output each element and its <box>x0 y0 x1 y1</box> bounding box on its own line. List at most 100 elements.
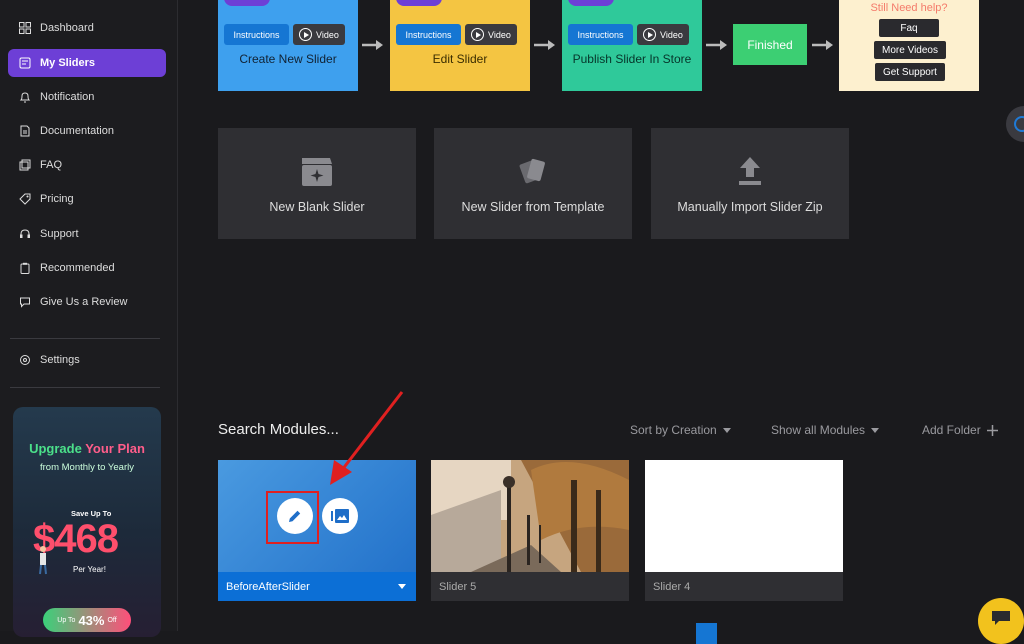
sidebar-item-label: My Sliders <box>40 57 96 69</box>
sidebar-item-notification[interactable]: Notification <box>8 83 166 111</box>
caret-down-icon <box>722 427 731 433</box>
card-label: New Slider from Template <box>461 199 605 214</box>
play-icon <box>643 28 656 41</box>
pagination-current[interactable] <box>696 623 717 644</box>
video-button[interactable]: Video <box>465 24 517 45</box>
sidebar-item-my-sliders[interactable]: My Sliders <box>8 49 166 77</box>
thumbnail-image <box>645 460 843 572</box>
module-name-bar[interactable]: Slider 4 <box>645 572 843 601</box>
pricing-icon <box>18 192 32 206</box>
module-name: Slider 5 <box>439 580 477 593</box>
video-button[interactable]: Video <box>637 24 689 45</box>
module-card[interactable]: Slider 4 <box>645 460 843 601</box>
finished-box: Finished <box>733 24 807 65</box>
gear-icon <box>18 353 32 367</box>
step-label: Publish Slider In Store <box>572 52 692 66</box>
bell-icon <box>18 90 32 104</box>
step-badge <box>224 0 270 6</box>
module-name-bar[interactable]: BeforeAfterSlider <box>218 572 416 601</box>
video-label: Video <box>316 29 339 40</box>
new-blank-slider-card[interactable]: New Blank Slider <box>218 128 416 239</box>
video-label: Video <box>488 29 511 40</box>
sort-dropdown[interactable]: Sort by Creation <box>630 423 731 437</box>
card-label: New Blank Slider <box>269 199 365 214</box>
filter-label: Show all Modules <box>771 423 866 437</box>
sort-label: Sort by Creation <box>630 423 717 437</box>
step-badge <box>396 0 442 6</box>
clapperboard-icon <box>302 157 332 186</box>
faq-icon <box>18 158 32 172</box>
circle-icon <box>1014 116 1024 132</box>
sliders-icon <box>18 56 32 70</box>
instructions-button[interactable]: Instructions <box>568 24 633 45</box>
chat-widget-button[interactable] <box>978 598 1024 644</box>
sidebar-item-dashboard[interactable]: Dashboard <box>8 14 166 42</box>
caret-down-icon <box>398 584 406 589</box>
sidebar-item-support[interactable]: Support <box>8 220 166 248</box>
video-label: Video <box>660 29 683 40</box>
plus-icon <box>986 424 998 436</box>
dashboard-icon <box>18 21 32 35</box>
card-label: Manually Import Slider Zip <box>677 199 823 214</box>
sidebar-item-faq[interactable]: FAQ <box>8 151 166 179</box>
step-label: Edit Slider <box>432 52 488 66</box>
clipboard-icon <box>18 261 32 275</box>
sidebar-item-label: Dashboard <box>40 22 94 34</box>
step-edit-slider: Instructions Video Edit Slider <box>390 0 530 91</box>
sidebar-item-label: Pricing <box>40 193 74 205</box>
promo-per-year: Per Year! <box>73 565 106 574</box>
preview-button[interactable] <box>322 498 358 534</box>
sidebar-item-review[interactable]: Give Us a Review <box>8 288 166 316</box>
sidebar-item-label: Support <box>40 228 79 240</box>
help-box: Still Need help? Faq More Videos Get Sup… <box>839 0 979 91</box>
divider <box>10 387 160 388</box>
badge-suffix: Off <box>107 616 117 624</box>
add-folder-label: Add Folder <box>922 423 981 437</box>
sidebar: Dashboard My Sliders Notification Docume… <box>0 0 178 637</box>
support-icon <box>18 227 32 241</box>
gallery-icon <box>331 509 349 523</box>
divider <box>10 338 160 339</box>
step-label: Create New Slider <box>239 52 337 66</box>
sidebar-item-label: Documentation <box>40 125 114 137</box>
side-toggle[interactable] <box>1006 106 1024 142</box>
sidebar-item-pricing[interactable]: Pricing <box>8 185 166 213</box>
step-publish-slider: Instructions Video Publish Slider In Sto… <box>562 0 702 91</box>
sidebar-item-documentation[interactable]: Documentation <box>8 117 166 145</box>
arrow-right-icon <box>534 40 555 50</box>
sidebar-item-label: Give Us a Review <box>40 296 128 308</box>
play-icon <box>299 28 312 41</box>
sidebar-item-recommended[interactable]: Recommended <box>8 254 166 282</box>
upload-icon <box>739 156 761 185</box>
add-folder-button[interactable]: Add Folder <box>922 423 998 437</box>
more-videos-button[interactable]: More Videos <box>874 41 946 59</box>
help-title: Still Need help? <box>870 2 948 14</box>
module-name-bar[interactable]: Slider 5 <box>431 572 629 601</box>
badge-percent: 43% <box>78 612 105 628</box>
discount-badge[interactable]: Up To 43% Off <box>43 608 131 632</box>
instructions-button[interactable]: Instructions <box>396 24 461 45</box>
video-button[interactable]: Video <box>293 24 345 45</box>
upgrade-promo[interactable]: Upgrade Your Plan from Monthly to Yearly… <box>13 407 161 637</box>
chat-icon <box>18 295 32 309</box>
import-slider-zip-card[interactable]: Manually Import Slider Zip <box>651 128 849 239</box>
instructions-button[interactable]: Instructions <box>224 24 289 45</box>
annotation-arrow-icon <box>330 391 404 485</box>
filter-dropdown[interactable]: Show all Modules <box>771 423 880 437</box>
thumbnail-image <box>431 460 629 572</box>
badge-prefix: Up To <box>57 616 76 624</box>
caret-down-icon <box>871 427 880 433</box>
sidebar-item-label: Notification <box>40 91 95 103</box>
faq-button[interactable]: Faq <box>879 19 939 37</box>
promo-subtitle: from Monthly to Yearly <box>40 462 134 473</box>
module-card[interactable]: Slider 5 <box>431 460 629 601</box>
arrow-right-icon <box>812 40 833 50</box>
arrow-right-icon <box>706 40 727 50</box>
sidebar-item-settings[interactable]: Settings <box>8 346 166 374</box>
new-slider-from-template-card[interactable]: New Slider from Template <box>434 128 632 239</box>
get-support-button[interactable]: Get Support <box>875 63 945 81</box>
arrow-right-icon <box>362 40 383 50</box>
sidebar-item-label: Recommended <box>40 262 115 274</box>
step-badge <box>568 0 614 6</box>
promo-title: Upgrade Your Plan <box>29 441 145 456</box>
